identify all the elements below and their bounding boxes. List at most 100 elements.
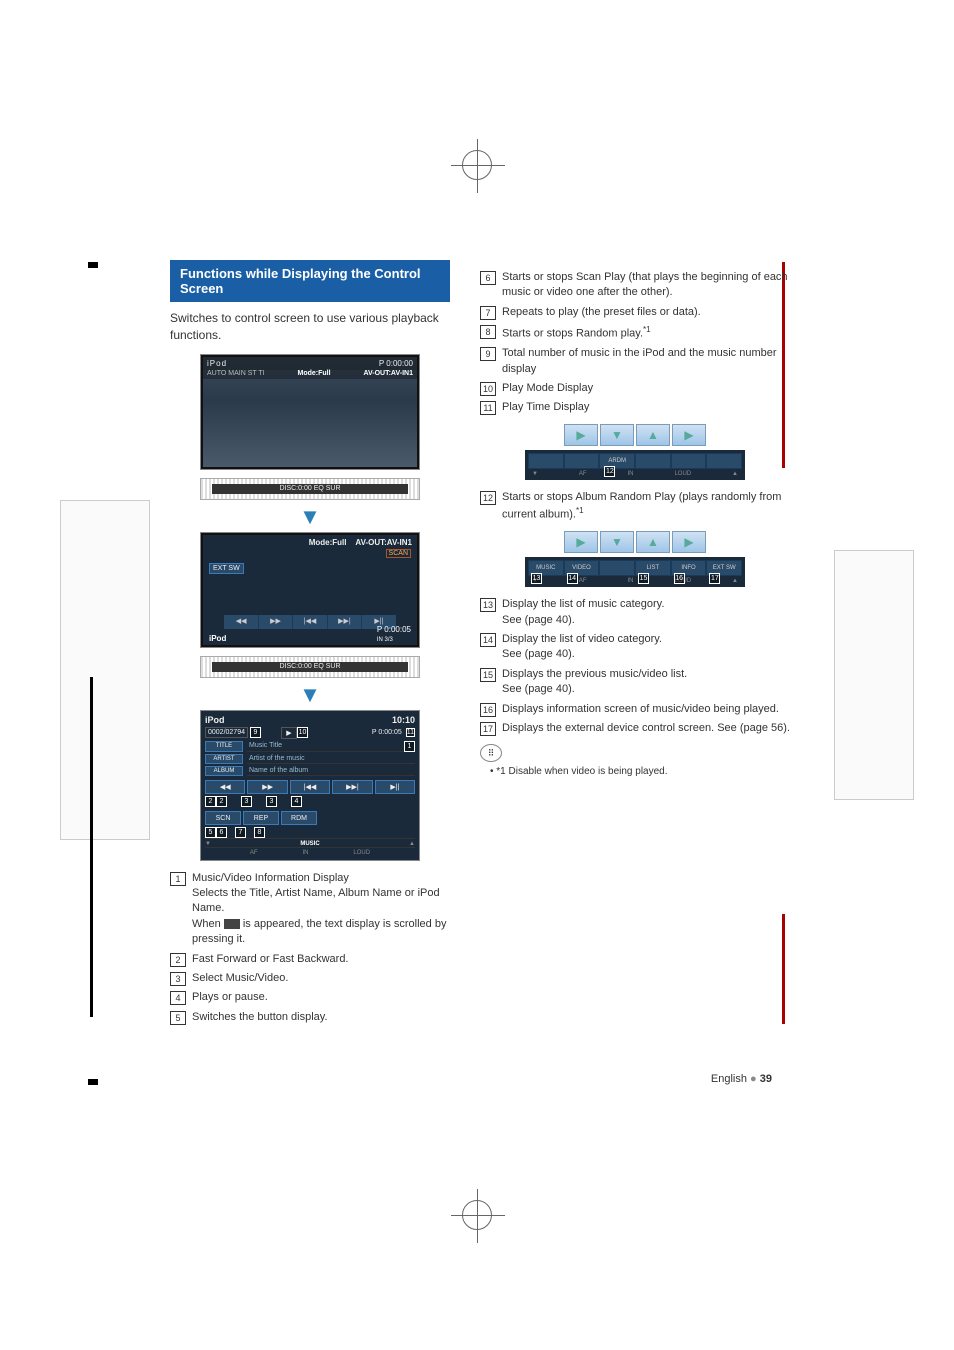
ruler-text-2: DISC:0:00 EQ SUR	[279, 663, 340, 670]
up-nav-icon[interactable]: ▲	[636, 531, 670, 553]
intro-text: Switches to control screen to use variou…	[170, 310, 450, 344]
extsw-button[interactable]: EXT SW 17	[706, 560, 742, 576]
transport-row: ◀◀ ▶▶ |◀◀ ▶▶| ▶||	[205, 780, 415, 794]
description-text: Play Mode Display	[502, 381, 790, 396]
description-text: Plays or pause.	[192, 990, 450, 1005]
next-page-icon[interactable]: ▶	[564, 531, 598, 553]
info-label: INFO	[681, 565, 695, 571]
page-number: 39	[760, 1073, 772, 1085]
button-bar-2: MUSIC 13 VIDEO 14 LIST 15	[528, 560, 742, 576]
fig2-mode: Mode:Full	[309, 538, 347, 547]
nav-figure-1: ▶ ▼ ▲ ▶ ARDM 12	[525, 424, 745, 480]
title-label[interactable]: TITLE	[205, 741, 243, 752]
description-text: Display the list of video category.See (…	[502, 632, 790, 663]
proof-box-right	[834, 550, 914, 800]
description-text: Switches the button display.	[192, 1010, 450, 1025]
f-loud: LOUD	[674, 471, 691, 477]
callout-number: 11	[480, 401, 496, 415]
fig2-avout: AV-OUT:AV-IN1	[355, 538, 412, 547]
description-item: 17Displays the external device control s…	[480, 721, 790, 736]
ruler-text-1: DISC:0:00 EQ SUR	[279, 485, 340, 492]
callout-number: 1	[170, 872, 186, 886]
prev-button[interactable]: |◀◀	[290, 780, 330, 794]
down-nav-icon[interactable]: ▼	[600, 424, 634, 446]
seg-empty[interactable]	[706, 453, 742, 469]
callout-3a: 3	[241, 796, 252, 807]
prev-button[interactable]: |◀◀	[293, 615, 327, 629]
artist-label[interactable]: ARTIST	[205, 754, 243, 764]
fig3-counter: 0002/02794	[205, 727, 248, 738]
up-nav-icon[interactable]: ▲	[636, 424, 670, 446]
description-item: 8Starts or stops Random play.*1	[480, 324, 790, 342]
down-arrow-icon: ▼	[170, 506, 450, 528]
fig2-ext-sw[interactable]: EXT SW	[209, 563, 244, 574]
description-item: 11Play Time Display	[480, 400, 790, 415]
seg-empty[interactable]	[528, 453, 564, 469]
callout-number: 8	[480, 325, 496, 339]
f-in: IN	[302, 850, 308, 856]
next-page-icon-2[interactable]: ▶	[672, 531, 706, 553]
description-text: Fast Forward or Fast Backward.	[192, 952, 450, 967]
page-footer: English ● 39	[711, 1073, 772, 1085]
down-arrow-icon-2: ▼	[170, 684, 450, 706]
rep-button[interactable]: REP	[243, 811, 279, 825]
description-list-right-bot: 13 Display the list of music category.See…	[480, 597, 790, 736]
ardm-label: ARDM	[608, 458, 626, 464]
next-button[interactable]: ▶▶|	[332, 780, 372, 794]
callout-14: 14	[567, 573, 578, 584]
ff-button[interactable]: ▶▶	[259, 615, 293, 629]
figure-control-1: Mode:Full AV-OUT:AV-IN1 SCAN EXT SW ◀◀ ▶…	[200, 532, 420, 648]
note-icon: ⠿	[480, 744, 502, 762]
description-item: 7 Repeats to play (the preset files or da…	[480, 305, 790, 320]
registration-mark-top	[462, 150, 492, 180]
seg-empty[interactable]	[635, 453, 671, 469]
scn-button[interactable]: SCN	[205, 811, 241, 825]
music-button[interactable]: MUSIC 13	[528, 560, 564, 576]
rew-button[interactable]: ◀◀	[205, 780, 245, 794]
description-item: 1 Music/Video Information DisplaySelects …	[170, 871, 450, 948]
description-text: Select Music/Video.	[192, 971, 450, 986]
seg-empty[interactable]	[599, 560, 635, 576]
next-page-icon-2[interactable]: ▶	[672, 424, 706, 446]
next-button[interactable]: ▶▶|	[328, 615, 362, 629]
ff-button[interactable]: ▶▶	[247, 780, 287, 794]
ardm-button[interactable]: ARDM 12	[599, 453, 635, 469]
description-text: Repeats to play (the preset files or dat…	[502, 305, 790, 320]
play-pause-button[interactable]: ▶||	[375, 780, 415, 794]
callout-16: 16	[674, 573, 685, 584]
down-nav-icon[interactable]: ▼	[600, 531, 634, 553]
description-item: 3Select Music/Video.	[170, 971, 450, 986]
album-label[interactable]: ALBUM	[205, 766, 243, 776]
manual-page: Functions while Displaying the Control S…	[170, 260, 790, 1029]
callout-2b: 2	[216, 796, 227, 807]
trim-mark-left-bottom	[88, 1079, 98, 1085]
video-label: VIDEO	[572, 565, 591, 571]
rew-button[interactable]: ◀◀	[224, 615, 258, 629]
description-text: Music/Video Information DisplaySelects t…	[192, 871, 450, 948]
fig2-transport-bar: ◀◀ ▶▶ |◀◀ ▶▶| ▶||	[224, 615, 395, 629]
list-button[interactable]: LIST 15	[635, 560, 671, 576]
ruler-strip-2: DISC:0:00 EQ SUR	[200, 656, 420, 678]
fig2-label: iPod	[209, 634, 226, 643]
f-loud: LOUD	[353, 850, 370, 856]
callout-number: 12	[480, 491, 496, 505]
left-column: Functions while Displaying the Control S…	[170, 260, 450, 1029]
info-button[interactable]: INFO 16	[671, 560, 707, 576]
next-page-icon[interactable]: ▶	[564, 424, 598, 446]
description-item: 14Display the list of video category.See…	[480, 632, 790, 663]
artist-value: Artist of the music	[247, 754, 415, 764]
fig3-footer-center: MUSIC	[300, 841, 319, 847]
description-text: Display the list of music category.See (…	[502, 597, 790, 628]
video-button[interactable]: VIDEO 14	[564, 560, 600, 576]
rdm-button[interactable]: RDM	[281, 811, 317, 825]
callout-11: 11	[406, 728, 415, 737]
callout-12: 12	[604, 466, 615, 477]
callout-number: 7	[480, 306, 496, 320]
seg-empty[interactable]	[671, 453, 707, 469]
seg-empty[interactable]	[564, 453, 600, 469]
callout-10: 10	[297, 727, 308, 738]
f-in: IN	[628, 578, 634, 584]
fig3-ptime: P 0:00:05	[372, 729, 402, 736]
f-af: AF	[579, 471, 587, 477]
callout-number: 13	[480, 598, 496, 612]
